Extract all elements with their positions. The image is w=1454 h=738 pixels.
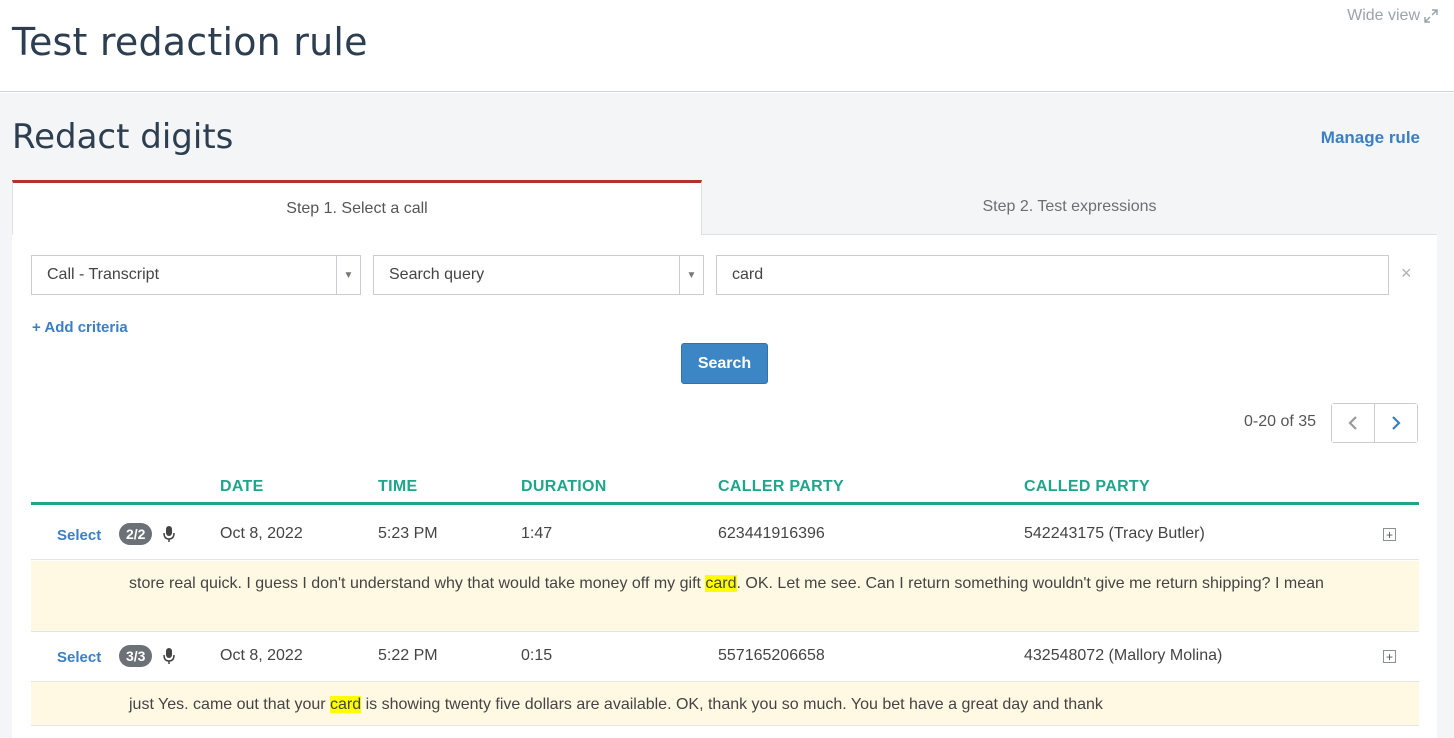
pagination-controls [1331, 403, 1418, 443]
tab-panel: Call - Transcript ▼ Search query ▼ × + A… [12, 235, 1437, 738]
column-header-date[interactable]: DATE [220, 478, 264, 496]
snippet-text-after: . OK. Let me see. Can I return something… [736, 575, 1324, 592]
expand-row-icon[interactable]: + [1383, 650, 1396, 663]
select-call-button[interactable]: Select [57, 649, 101, 666]
previous-page-button[interactable] [1332, 404, 1375, 442]
operator-select[interactable]: Search query ▼ [373, 255, 704, 295]
add-criteria-label: Add criteria [44, 319, 128, 336]
wide-view-label: Wide view [1347, 7, 1420, 24]
expand-row-icon[interactable]: + [1383, 528, 1396, 541]
snippet-text-after: is showing twenty five dollars are avail… [361, 696, 1103, 713]
match-count-badge: 3/3 [119, 645, 153, 667]
microphone-icon [163, 648, 175, 664]
select-call-button[interactable]: Select [57, 527, 101, 544]
column-header-duration[interactable]: DURATION [521, 478, 607, 496]
manage-rule-link[interactable]: Manage rule [1321, 128, 1420, 148]
caller-party: 623441916396 [718, 525, 825, 542]
microphone-icon [163, 526, 175, 542]
caret-down-icon: ▼ [336, 256, 360, 294]
query-input[interactable] [716, 255, 1389, 295]
call-duration: 1:47 [521, 525, 553, 542]
expand-arrows-icon [1424, 9, 1438, 23]
call-time: 5:22 PM [378, 647, 438, 664]
section-title: Redact digits [12, 117, 234, 157]
table-row: Select 3/3 Oct 8, 2022 5:22 PM 0:15 5571… [31, 632, 1419, 682]
transcript-snippet: store real quick. I guess I don't unders… [31, 561, 1419, 632]
column-header-time[interactable]: TIME [378, 478, 417, 496]
called-party: 542243175 (Tracy Butler) [1024, 525, 1205, 542]
caller-party: 557165206658 [718, 647, 825, 664]
column-header-caller-party[interactable]: CALLER PARTY [718, 478, 844, 496]
top-bar: Test redaction rule Wide view [0, 0, 1454, 92]
plus-icon: + [32, 319, 41, 336]
called-party: 432548072 (Mallory Molina) [1024, 647, 1223, 664]
chevron-left-icon [1348, 416, 1357, 430]
table-header: DATE TIME DURATION CALLER PARTY CALLED P… [31, 467, 1419, 505]
caret-down-icon: ▼ [679, 256, 703, 294]
snippet-match-highlight: card [330, 696, 362, 713]
page-title: Test redaction rule [12, 20, 368, 64]
call-duration: 0:15 [521, 647, 553, 664]
operator-select-value: Search query [389, 266, 485, 283]
field-select[interactable]: Call - Transcript ▼ [31, 255, 361, 295]
step-tabs: Step 1. Select a call Step 2. Test expre… [12, 180, 1437, 235]
tab-test-expressions[interactable]: Step 2. Test expressions [702, 180, 1437, 235]
field-select-value: Call - Transcript [47, 266, 160, 283]
call-date: Oct 8, 2022 [220, 525, 303, 542]
table-row: Select 2/2 Oct 8, 2022 5:23 PM 1:47 6234… [31, 510, 1419, 560]
snippet-text-before: just Yes. came out that your [129, 696, 331, 713]
tab-select-call[interactable]: Step 1. Select a call [12, 180, 702, 235]
match-count-badge: 2/2 [119, 523, 153, 545]
pagination-range: 0-20 of 35 [1244, 413, 1317, 430]
column-header-called-party[interactable]: CALLED PARTY [1024, 478, 1150, 496]
clear-icon[interactable]: × [1401, 263, 1412, 284]
snippet-text-before: store real quick. I guess I don't unders… [129, 575, 706, 592]
next-page-button[interactable] [1374, 404, 1417, 442]
main-content: Redact digits Manage rule Step 1. Select… [0, 93, 1454, 738]
wide-view-toggle[interactable]: Wide view [1347, 7, 1438, 25]
transcript-snippet: just Yes. came out that your card is sho… [31, 682, 1419, 726]
call-time: 5:23 PM [378, 525, 438, 542]
call-date: Oct 8, 2022 [220, 647, 303, 664]
chevron-right-icon [1391, 416, 1401, 430]
add-criteria-link[interactable]: + Add criteria [32, 319, 128, 336]
search-button[interactable]: Search [681, 343, 768, 384]
snippet-match-highlight: card [705, 575, 737, 592]
